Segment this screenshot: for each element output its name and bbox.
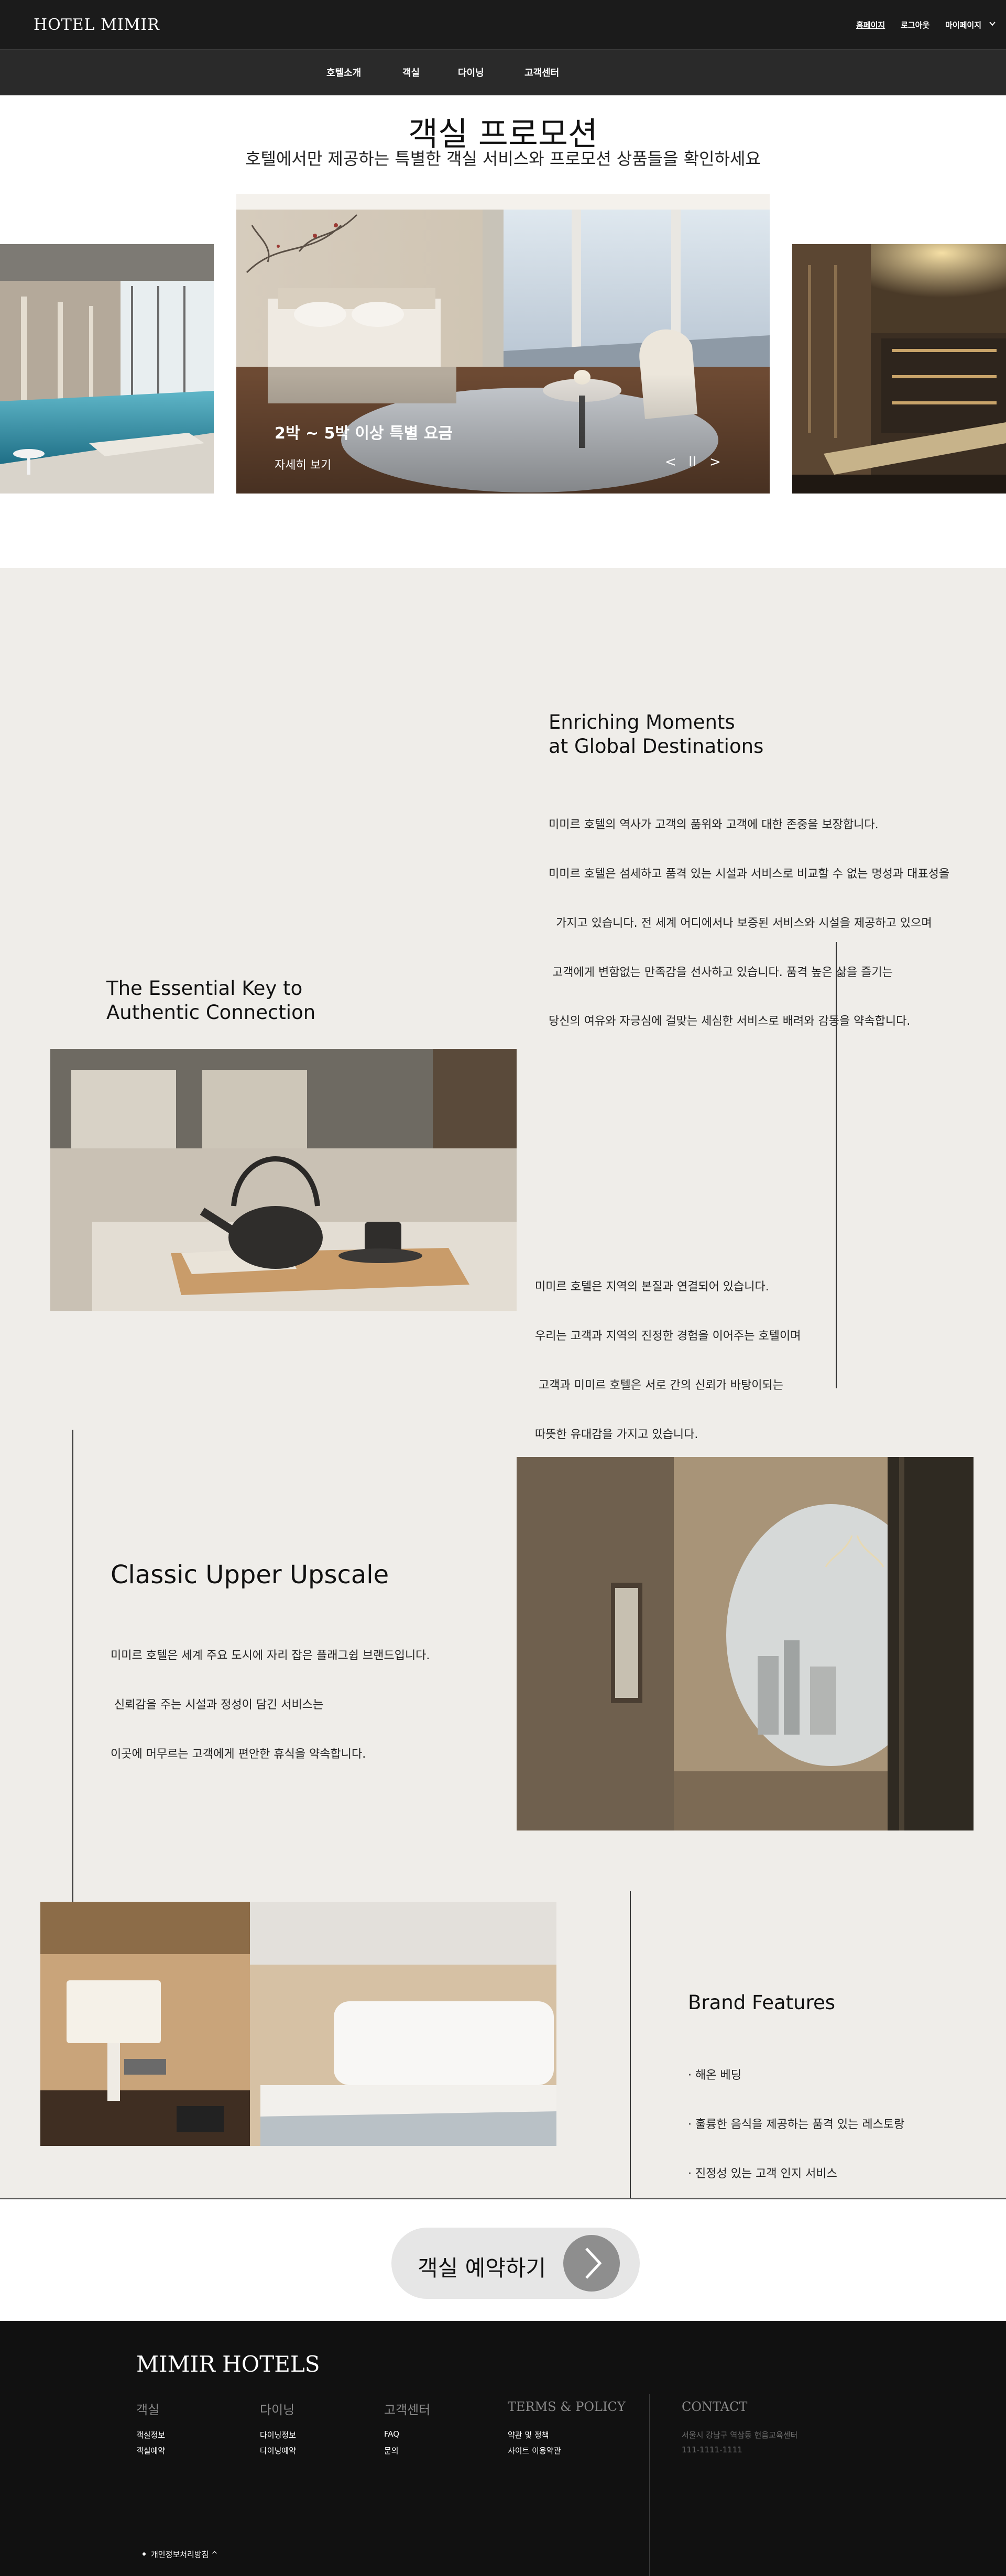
- footer-link[interactable]: 객실정보: [136, 2429, 165, 2440]
- section1-heading: Enriching Moments at Global Destinations: [549, 711, 764, 758]
- footer-link[interactable]: 약관 및 정책: [508, 2429, 549, 2440]
- slide-next-icon[interactable]: >: [709, 454, 721, 470]
- promo-subtitle: 호텔에서만 제공하는 특별한 객실 서비스와 프로모션 상품들을 확인하세요: [245, 149, 761, 169]
- divider-line: [630, 1891, 631, 2199]
- privacy-policy-link[interactable]: 개인정보처리방침 ^: [151, 2549, 218, 2560]
- teapot-photo: [50, 1049, 517, 1311]
- arrow-circle: [563, 2235, 620, 2292]
- util-link-mypage[interactable]: 마이페이지: [945, 19, 981, 30]
- slide-room-image[interactable]: 2박 ~ 5박 이상 특별 요금 자세히 보기 < II >: [236, 194, 770, 494]
- chevron-right-icon: [585, 2248, 602, 2279]
- footer-link[interactable]: 문의: [384, 2445, 399, 2456]
- bedroom-photo: [236, 194, 770, 494]
- bar-photo: [792, 244, 1006, 494]
- footer-link[interactable]: 다이닝예약: [260, 2445, 296, 2456]
- footer-phone: 111-1111-1111: [682, 2445, 742, 2454]
- bed-lamp-image: [40, 1902, 556, 2146]
- slide-prev-icon[interactable]: <: [665, 454, 676, 470]
- section1-text: 미미르 호텔의 역사가 고객의 품위와 고객에 대한 존중을 보장합니다. 미미…: [549, 818, 950, 1028]
- divider-line: [0, 2198, 1006, 2199]
- round-window-image: [517, 1457, 974, 1830]
- slide-pause-icon[interactable]: II: [688, 454, 696, 470]
- list-item: · 해온 베딩: [688, 2069, 741, 2082]
- util-link-home[interactable]: 홈페이지: [856, 19, 885, 30]
- bullet-icon: [143, 2552, 146, 2556]
- main-nav: 호텔소개 객실 다이닝 고객센터: [0, 49, 1006, 95]
- section4-heading: Brand Features: [688, 1991, 836, 2014]
- slide-bar-image[interactable]: [792, 244, 1006, 494]
- list-item: · 훌륭한 음식을 제공하는 품격 있는 레스토랑: [688, 2118, 905, 2132]
- footer-col-dining-head: 다이닝: [260, 2403, 295, 2417]
- nav-item-about[interactable]: 호텔소개: [326, 65, 361, 79]
- footer-address: 서울시 강남구 역삼동 현음교육센터: [682, 2430, 798, 2440]
- window-photo: [517, 1457, 974, 1830]
- footer-col-terms-head: TERMS & POLICY: [508, 2399, 626, 2414]
- footer-col-rooms-head: 객실: [136, 2403, 160, 2417]
- footer-link[interactable]: FAQ: [384, 2429, 399, 2439]
- util-link-logout[interactable]: 로그아웃: [901, 19, 930, 30]
- divider-line: [72, 1430, 73, 1933]
- footer-col-support-head: 고객센터: [384, 2403, 431, 2417]
- teapot-image: [50, 1049, 517, 1311]
- footer-link[interactable]: 다이닝정보: [260, 2429, 296, 2440]
- footer-logo[interactable]: MIMIR HOTELS: [136, 2351, 320, 2377]
- slide-more-link[interactable]: 자세히 보기: [275, 456, 331, 473]
- footer-link[interactable]: 객실예약: [136, 2445, 165, 2456]
- top-header: HOTEL MIMIR 홈페이지 로그아웃 마이페이지: [0, 0, 1006, 49]
- list-item: · 진정성 있는 고객 인지 서비스: [688, 2167, 837, 2180]
- slide-pool-image[interactable]: [0, 244, 214, 494]
- chevron-down-icon[interactable]: [989, 21, 996, 26]
- site-footer: MIMIR HOTELS 객실 객실정보 객실예약 다이닝 다이닝정보 다이닝예…: [0, 2321, 1006, 2576]
- brand-feature-list: · 해온 베딩 · 훌륭한 음식을 제공하는 품격 있는 레스토랑 · 진정성 …: [688, 2035, 904, 2215]
- section2-heading: The Essential Key to Authentic Connectio…: [106, 977, 316, 1024]
- section3-heading: Classic Upper Upscale: [111, 1560, 389, 1590]
- reserve-label: 객실 예약하기: [418, 2255, 546, 2281]
- reserve-room-button[interactable]: 객실 예약하기: [391, 2228, 640, 2299]
- footer-divider: [649, 2394, 650, 2576]
- nav-item-support[interactable]: 고객센터: [524, 65, 559, 79]
- nav-item-dining[interactable]: 다이닝: [458, 65, 484, 79]
- nav-item-rooms[interactable]: 객실: [402, 65, 420, 79]
- slide-caption: 2박 ~ 5박 이상 특별 요금: [275, 424, 453, 443]
- section2-text: 미미르 호텔은 지역의 본질과 연결되어 있습니다. 우리는 고객과 지역의 진…: [535, 1280, 801, 1441]
- footer-contact-head: CONTACT: [682, 2399, 748, 2414]
- bed-photo: [40, 1902, 556, 2146]
- hotel-logo[interactable]: HOTEL MIMIR: [34, 16, 160, 34]
- brand-story-section: Enriching Moments at Global Destinations…: [0, 568, 1006, 2199]
- section3-text: 미미르 호텔은 세계 주요 도시에 자리 잡은 플래그쉽 브랜드입니다. 신뢰감…: [111, 1649, 430, 1761]
- pool-photo: [0, 244, 214, 494]
- divider-line: [836, 942, 837, 1388]
- footer-link[interactable]: 사이트 이용약관: [508, 2445, 561, 2456]
